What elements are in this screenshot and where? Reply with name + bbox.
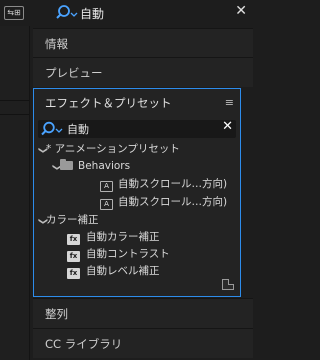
global-search-value: 自動 xyxy=(80,7,105,21)
close-icon[interactable]: ✕ xyxy=(235,3,247,19)
folder-icon xyxy=(60,159,73,170)
panel-preview[interactable]: プレビュー xyxy=(33,57,253,87)
panel-align-label: 整列 xyxy=(45,307,68,321)
effects-presets-title: エフェクト＆プリセット xyxy=(45,96,172,110)
effect-icon: fx xyxy=(67,234,80,245)
effect-icon: fx xyxy=(67,268,80,279)
panel-info[interactable]: 情報 xyxy=(33,28,253,58)
workspace-button[interactable]: ⇆⊞ xyxy=(4,6,24,20)
search-icon xyxy=(56,4,78,25)
tree-item-effect[interactable]: fx 自動カラー補正 xyxy=(67,230,160,245)
hamburger-menu-icon[interactable]: ≡ xyxy=(225,96,234,109)
effects-search-value: 自動 xyxy=(67,123,89,136)
tree-item-label: * アニメーションプリセット xyxy=(46,143,180,155)
panel-align[interactable]: 整列 xyxy=(33,298,253,328)
tree-item-preset[interactable]: A 自動スクロール…方向) xyxy=(100,177,227,192)
panel-info-label: 情報 xyxy=(45,37,68,51)
tree-item-label: 自動スクロール…方向) xyxy=(118,196,228,208)
left-panel-strip xyxy=(0,26,30,360)
tree-item-label: カラー補正 xyxy=(46,214,99,226)
effects-presets-panel: エフェクト＆プリセット ≡ 自動 ✕ ❯* アニメーションプリセット ❯ Beha… xyxy=(33,88,241,297)
global-search-field[interactable]: 自動 ✕ xyxy=(52,3,249,23)
tree-item-label: 自動レベル補正 xyxy=(86,265,160,277)
new-bin-icon[interactable] xyxy=(222,279,234,290)
tree-item-effect[interactable]: fx 自動レベル補正 xyxy=(67,264,160,279)
animation-preset-icon: A xyxy=(100,199,113,210)
tree-item-preset[interactable]: A 自動スクロール…方向) xyxy=(100,195,227,210)
chevron-down-icon[interactable]: ❯ xyxy=(35,218,50,226)
tree-item-label: 自動カラー補正 xyxy=(86,231,160,243)
panel-cc-libraries-label: CC ライブラリ xyxy=(45,337,123,351)
tree-item-color-correction[interactable]: ❯カラー補正 xyxy=(38,213,99,228)
tree-item-label: 自動コントラスト xyxy=(86,248,170,260)
top-toolbar: ⇆⊞ 自動 ✕ xyxy=(0,0,253,26)
tree-item-effect[interactable]: fx 自動コントラスト xyxy=(67,247,170,262)
chevron-down-icon[interactable]: ❯ xyxy=(35,147,50,155)
tree-item-behaviors[interactable]: ❯ Behaviors xyxy=(52,159,130,174)
tree-item-animation-presets[interactable]: ❯* アニメーションプリセット xyxy=(38,142,180,157)
tree-item-label: Behaviors xyxy=(78,160,131,172)
tree-item-label: 自動スクロール…方向) xyxy=(118,178,228,190)
animation-preset-icon: A xyxy=(100,181,113,192)
panel-preview-label: プレビュー xyxy=(45,66,103,80)
close-icon[interactable]: ✕ xyxy=(222,119,233,134)
search-icon xyxy=(41,121,65,141)
effects-search-field[interactable]: 自動 ✕ xyxy=(38,119,236,141)
panel-cc-libraries[interactable]: CC ライブラリ xyxy=(33,328,253,358)
effect-icon: fx xyxy=(67,251,80,262)
